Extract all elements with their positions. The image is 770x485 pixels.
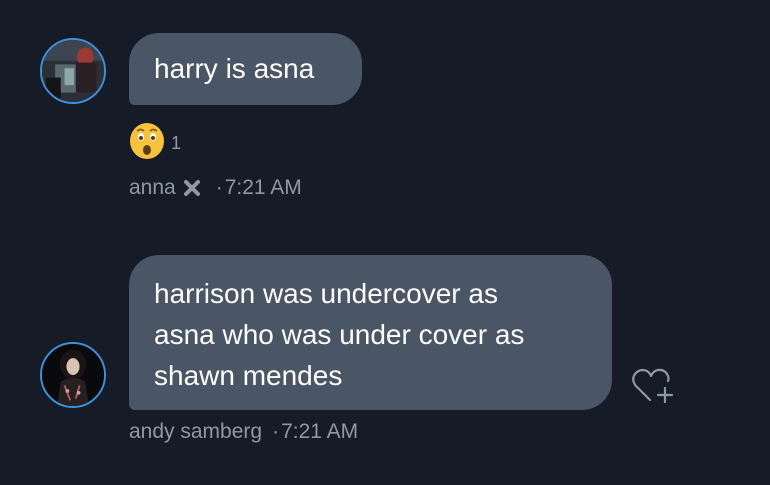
message-text-line-3: shawn mendes [154, 360, 343, 391]
message-text: harry is asna [154, 53, 315, 84]
message-text-line-2: asna who was under cover as [154, 319, 525, 350]
message-bubble-1[interactable]: harry is asna [129, 33, 362, 105]
reaction-badge[interactable]: 1 [129, 121, 181, 161]
timestamp: 7:21 AM [224, 176, 302, 199]
avatar-andy-samberg[interactable] [40, 342, 106, 408]
avatar-image [42, 344, 104, 406]
message-text-line-1: harrison was undercover as [154, 278, 498, 309]
message-meta-1: anna · 7:21 AM [129, 176, 302, 200]
message-meta-2: andy samberg · 7:21 AM [129, 420, 358, 444]
separator-dot: · [272, 420, 280, 443]
astonished-face-icon [130, 123, 164, 159]
heart-plus-icon [632, 368, 674, 404]
x-icon [183, 180, 200, 196]
sender-name[interactable]: anna [129, 176, 176, 200]
avatar-anna[interactable] [40, 38, 106, 104]
timestamp: 7:21 AM [281, 420, 359, 443]
react-heart-button[interactable] [630, 366, 678, 408]
avatar-image [42, 40, 104, 102]
sender-name[interactable]: andy samberg [129, 420, 262, 444]
reaction-count: 1 [171, 132, 182, 153]
message-bubble-2[interactable]: harrison was undercover as asna who was … [129, 255, 612, 410]
separator-dot: · [215, 176, 223, 199]
